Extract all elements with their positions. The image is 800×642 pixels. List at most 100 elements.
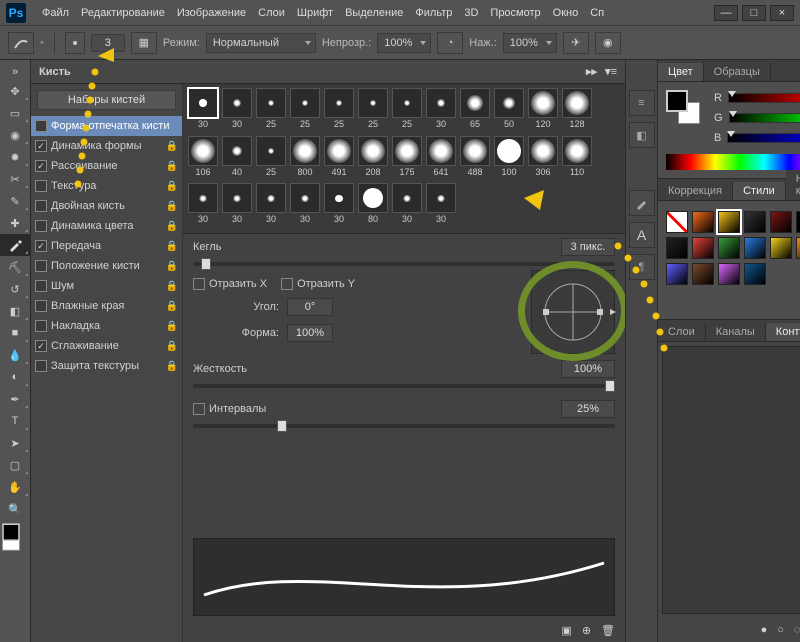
collapse-arrows-icon[interactable]: »: [0, 64, 30, 80]
brush-presets-button[interactable]: Наборы кистей: [37, 90, 176, 110]
panel-menu-icon[interactable]: ▾≡: [605, 65, 617, 78]
roundness-value-field[interactable]: 100%: [287, 324, 333, 342]
pen-tool[interactable]: ✒: [0, 388, 30, 410]
checkbox-icon[interactable]: [35, 340, 47, 352]
menu-type[interactable]: Шрифт: [291, 7, 339, 19]
brush-panel-toggle-icon[interactable]: ▦: [131, 32, 157, 54]
color-ramp[interactable]: [666, 154, 800, 170]
hardness-slider[interactable]: [193, 384, 615, 388]
path-select-tool[interactable]: ➤: [0, 432, 30, 454]
checkbox-icon[interactable]: [35, 180, 47, 192]
brush-option-row[interactable]: Положение кисти🔒: [31, 256, 182, 276]
tool-preset-icon[interactable]: [8, 32, 34, 54]
checkbox-icon[interactable]: [35, 140, 47, 152]
window-minimize-button[interactable]: —: [714, 5, 738, 21]
brush-tip-thumb[interactable]: 50: [493, 88, 525, 130]
opacity-pressure-icon[interactable]: ◔: [437, 32, 463, 54]
brush-tip-thumb[interactable]: 30: [425, 88, 457, 130]
flip-x-checkbox[interactable]: Отразить X: [193, 278, 267, 290]
checkbox-icon[interactable]: [35, 220, 47, 232]
g-slider[interactable]: [729, 113, 800, 123]
checkbox-icon[interactable]: [35, 200, 47, 212]
style-swatch[interactable]: [796, 237, 800, 259]
brush-tip-thumb[interactable]: 30: [323, 183, 355, 225]
brush-tip-thumb[interactable]: 30: [221, 183, 253, 225]
menu-help[interactable]: Сп: [584, 7, 610, 19]
menu-layers[interactable]: Слои: [252, 7, 291, 19]
flip-y-checkbox[interactable]: Отразить Y: [281, 278, 355, 290]
menu-select[interactable]: Выделение: [339, 7, 409, 19]
brush-dock-icon[interactable]: [629, 190, 655, 216]
checkbox-icon[interactable]: [35, 160, 47, 172]
brush-tip-thumb[interactable]: 30: [425, 183, 457, 225]
history-brush-tool[interactable]: ↺: [0, 278, 30, 300]
checkbox-icon[interactable]: [35, 260, 47, 272]
style-swatch[interactable]: [796, 211, 800, 233]
size-pressure-icon[interactable]: ◉: [595, 32, 621, 54]
brush-tip-thumb[interactable]: 30: [289, 183, 321, 225]
window-close-button[interactable]: ×: [770, 5, 794, 21]
brush-tip-thumb[interactable]: 120: [527, 88, 559, 130]
checkbox-icon[interactable]: [35, 120, 47, 132]
lasso-tool[interactable]: ◉: [0, 124, 30, 146]
spacing-slider[interactable]: [193, 424, 615, 428]
brush-option-row[interactable]: Сглаживание🔒: [31, 336, 182, 356]
delete-icon[interactable]: 🗑: [601, 624, 615, 637]
brush-tip-thumb[interactable]: 100: [493, 136, 525, 178]
brush-tip-thumb[interactable]: 25: [323, 88, 355, 130]
style-swatch[interactable]: [770, 211, 792, 233]
brush-tip-thumb[interactable]: 488: [459, 136, 491, 178]
paths-list[interactable]: [662, 346, 800, 614]
hand-tool[interactable]: ✋: [0, 476, 30, 498]
style-swatch[interactable]: [666, 237, 688, 259]
new-brush-icon[interactable]: ⊕: [582, 624, 591, 637]
fgbg-swatch[interactable]: [0, 520, 30, 554]
quick-select-tool[interactable]: ✸: [0, 146, 30, 168]
brush-option-row[interactable]: Защита текстуры🔒: [31, 356, 182, 376]
brush-tip-thumb[interactable]: 641: [425, 136, 457, 178]
brush-tip-thumb[interactable]: 40: [221, 136, 253, 178]
crop-tool[interactable]: ✂: [0, 168, 30, 190]
menu-view[interactable]: Просмотр: [484, 7, 546, 19]
menu-image[interactable]: Изображение: [171, 7, 252, 19]
heal-tool[interactable]: ✚: [0, 212, 30, 234]
brush-option-row[interactable]: Динамика формы🔒: [31, 136, 182, 156]
style-swatch[interactable]: [770, 237, 792, 259]
brush-tip-thumb[interactable]: 25: [391, 88, 423, 130]
stroke-path-icon[interactable]: ○: [777, 624, 784, 636]
opacity-dropdown[interactable]: 100%: [377, 33, 431, 53]
brush-option-row[interactable]: Влажные края🔒: [31, 296, 182, 316]
brush-option-row[interactable]: Двойная кисть🔒: [31, 196, 182, 216]
style-swatch[interactable]: [692, 263, 714, 285]
brush-option-row[interactable]: Накладка🔒: [31, 316, 182, 336]
checkbox-icon[interactable]: [35, 320, 47, 332]
character-dock-icon[interactable]: A: [629, 222, 655, 248]
brush-option-row[interactable]: Рассеивание🔒: [31, 156, 182, 176]
brush-tool[interactable]: [0, 234, 30, 256]
brush-tip-thumb[interactable]: 106: [187, 136, 219, 178]
tab-swatches[interactable]: Образцы: [704, 63, 771, 81]
stamp-tool[interactable]: ⛏: [0, 256, 30, 278]
brush-tip-thumb[interactable]: 80: [357, 183, 389, 225]
tab-layers[interactable]: Слои: [658, 323, 706, 341]
menu-file[interactable]: Файл: [36, 7, 75, 19]
brush-dot-icon[interactable]: [65, 32, 85, 54]
checkbox-icon[interactable]: [35, 280, 47, 292]
angle-control[interactable]: [531, 270, 615, 354]
menu-filter[interactable]: Фильтр: [409, 7, 458, 19]
brush-tip-thumb[interactable]: 30: [221, 88, 253, 130]
preview-toggle-icon[interactable]: ▣: [561, 624, 571, 637]
style-swatch[interactable]: [718, 263, 740, 285]
style-swatch[interactable]: [692, 237, 714, 259]
size-value-field[interactable]: 3 пикс.: [561, 238, 615, 256]
tab-paths[interactable]: Контуры: [766, 323, 800, 341]
brush-option-row[interactable]: Динамика цвета🔒: [31, 216, 182, 236]
brush-tip-thumb[interactable]: 30: [391, 183, 423, 225]
spacing-value-field[interactable]: 25%: [561, 400, 615, 418]
style-swatch[interactable]: [718, 237, 740, 259]
brush-tip-thumb[interactable]: 30: [255, 183, 287, 225]
brush-tip-thumb[interactable]: 30: [187, 183, 219, 225]
move-tool[interactable]: ✥: [0, 80, 30, 102]
style-swatch[interactable]: [718, 211, 740, 233]
eyedropper-tool[interactable]: ✎: [0, 190, 30, 212]
